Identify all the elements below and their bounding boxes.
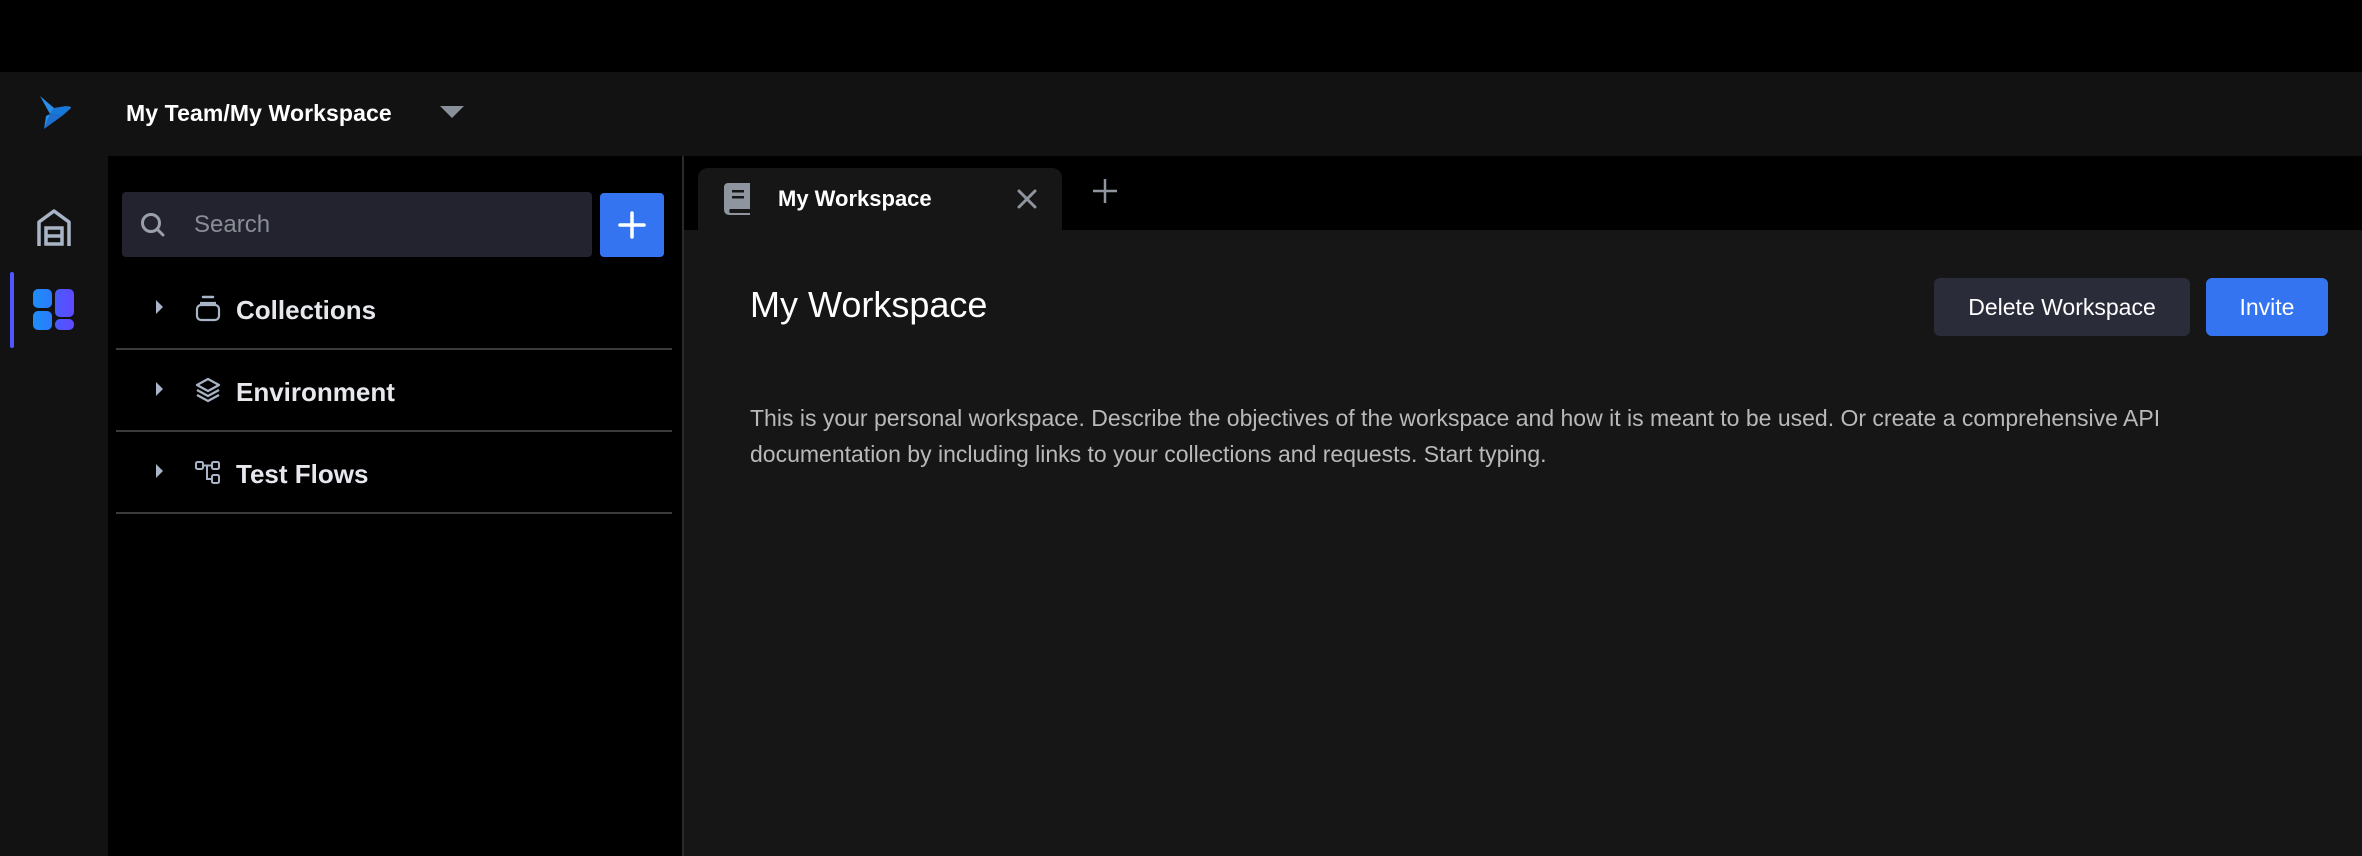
book-icon — [724, 183, 750, 215]
plus-icon — [618, 211, 646, 239]
rail-item-workspace[interactable] — [0, 272, 108, 348]
sidebar-item-label: Collections — [236, 295, 377, 325]
workspace-grid-icon — [33, 289, 74, 330]
search-icon — [141, 213, 165, 237]
top-bar — [0, 0, 2362, 72]
collections-icon — [195, 295, 221, 322]
sidebar-item-label: Test Flows — [236, 459, 369, 489]
rail-item-home[interactable] — [0, 190, 108, 266]
sidebar-tree: Collections Environment Test Flows — [116, 268, 672, 514]
flow-icon — [195, 461, 220, 484]
workspace-description[interactable]: This is your personal workspace. Describ… — [750, 400, 2310, 472]
add-tab-button[interactable] — [1090, 176, 1120, 206]
delete-workspace-button[interactable]: Delete Workspace — [1934, 278, 2190, 336]
invite-button[interactable]: Invite — [2206, 278, 2328, 336]
sidebar-item-label: Environment — [236, 377, 395, 407]
expand-caret-icon[interactable] — [156, 464, 163, 478]
workspace-switcher[interactable]: My Team/My Workspace — [126, 100, 392, 127]
home-icon — [37, 209, 71, 246]
bird-logo-icon — [40, 96, 71, 129]
icon-rail — [0, 156, 108, 856]
expand-caret-icon[interactable] — [156, 300, 163, 314]
close-icon[interactable] — [1016, 188, 1038, 210]
tab-bar: My Workspace — [684, 156, 2362, 230]
tab-label: My Workspace — [778, 186, 932, 211]
sidebar-item-test-flows[interactable]: Test Flows — [116, 432, 672, 514]
sidebar-item-environment[interactable]: Environment — [116, 350, 672, 432]
page-title: My Workspace — [750, 284, 988, 325]
sidebar: Collections Environment Test Flows — [108, 156, 682, 856]
search-input[interactable] — [194, 192, 574, 257]
workspace-content: My Workspace Delete Workspace Invite Thi… — [684, 230, 2362, 856]
app-header: My Team/My Workspace — [0, 72, 2362, 156]
sidebar-item-collections[interactable]: Collections — [116, 268, 672, 350]
search-box — [122, 192, 592, 257]
add-button[interactable] — [600, 193, 664, 257]
tab-my-workspace[interactable]: My Workspace — [698, 168, 1062, 230]
caret-down-icon[interactable] — [440, 106, 464, 118]
layers-icon — [195, 377, 221, 403]
expand-caret-icon[interactable] — [156, 382, 163, 396]
